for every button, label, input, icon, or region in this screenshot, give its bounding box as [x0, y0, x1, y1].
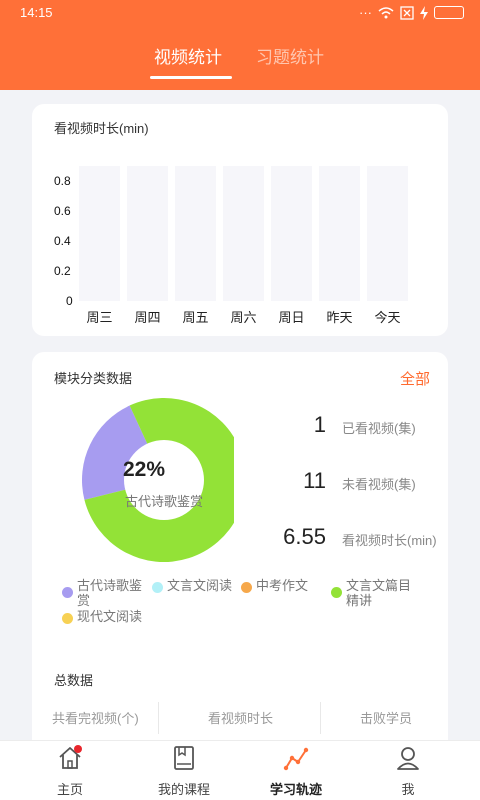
x-tick-label: 周六 [230, 310, 257, 325]
stat-duration: 6.55 看视频时长(min) [32, 524, 448, 554]
modules-card: 模块分类数据 全部 古代诗歌鉴赏 1 已看视频(集) 11 未看视频(集) 6.… [32, 352, 448, 752]
nav-label: 我 [401, 782, 415, 797]
legend-dot [331, 587, 342, 598]
donut-center-percent: 22% [122, 458, 166, 481]
watch-time-card: 看视频时长(min) 0.8 0.6 0.4 0.2 0 周三 周四 周五 周六… [32, 104, 448, 336]
battery-icon [434, 6, 464, 19]
app-header: 14:15 ··· 视频统计 习题统计 [0, 0, 480, 90]
status-time: 14:15 [20, 5, 53, 20]
x-tick-label: 周四 [134, 310, 161, 325]
x-tick-label: 周三 [86, 310, 113, 325]
book-icon [174, 746, 194, 770]
legend-dot [241, 582, 252, 593]
totals-header: 共看完视频(个) 看视频时长 击败学员 [32, 702, 448, 734]
legend-label: 现代文阅读 [77, 609, 143, 624]
chart-bar [175, 166, 216, 301]
x-tick-label: 今天 [374, 310, 401, 325]
legend-dot [62, 613, 73, 624]
legend-label: 中考作文 [256, 578, 309, 593]
legend-item[interactable]: 中考作文 [241, 578, 331, 596]
status-bar: 14:15 ··· [0, 0, 480, 28]
bottom-nav: 主页 我的课程 学习轨迹 我 [0, 740, 480, 800]
stat-unwatched: 11 未看视频(集) [32, 468, 448, 498]
totals-col-watched: 共看完视频(个) [52, 711, 139, 726]
x-tick-label: 周日 [278, 310, 305, 325]
legend-label: 文言文篇目 精讲 [346, 578, 412, 608]
chart-bar [367, 166, 408, 301]
status-icons: ··· [359, 5, 464, 20]
y-tick-label: 0.2 [54, 264, 71, 278]
x-tick-label: 周五 [182, 310, 209, 325]
home-icon [59, 745, 82, 769]
modules-title: 模块分类数据 [54, 371, 133, 386]
y-tick-label: 0.6 [54, 204, 71, 218]
legend-label: 文言文阅读 [167, 578, 233, 593]
charging-icon [420, 5, 428, 20]
totals-divider [320, 702, 321, 734]
legend-label: 古代诗歌鉴赏 [77, 578, 143, 608]
trend-icon [283, 747, 309, 771]
nav-label: 主页 [56, 782, 83, 797]
nav-label: 我的课程 [157, 782, 210, 797]
tab-exercise-stats[interactable]: 习题统计 [256, 43, 324, 68]
wifi-icon [378, 6, 394, 18]
nav-me[interactable]: 我 [348, 741, 468, 800]
stats-tabs: 视频统计 习题统计 [0, 40, 480, 80]
stat-label: 已看视频(集) [342, 421, 416, 436]
stat-label: 看视频时长(min) [342, 533, 437, 548]
y-tick-label: 0.4 [54, 234, 71, 248]
more-dots-icon: ··· [359, 5, 372, 20]
user-icon [397, 747, 419, 770]
notification-badge [74, 745, 82, 753]
stat-value: 11 [303, 468, 326, 493]
y-tick-label: 0.8 [54, 174, 71, 188]
chart-bar [127, 166, 168, 301]
legend-item[interactable]: 古代诗歌鉴赏 [62, 578, 162, 612]
legend-item[interactable]: 现代文阅读 [62, 609, 162, 627]
stat-label: 未看视频(集) [342, 477, 416, 492]
legend-dot [62, 587, 73, 598]
chart-bar [79, 166, 120, 301]
legend-dot [152, 582, 163, 593]
stat-value: 6.55 [283, 524, 326, 549]
totals-col-duration: 看视频时长 [208, 711, 274, 726]
x-tick-label: 昨天 [326, 310, 353, 325]
chart-bar [319, 166, 360, 301]
view-all-link[interactable]: 全部 [400, 368, 430, 389]
nav-label: 学习轨迹 [269, 782, 322, 797]
tab-active-indicator [150, 76, 232, 79]
stat-value: 1 [313, 412, 326, 437]
chart-bar [271, 166, 312, 301]
chart-bar [223, 166, 264, 301]
nav-home[interactable]: 主页 [10, 741, 130, 800]
legend-item[interactable]: 文言文篇目 精讲 [331, 578, 431, 612]
totals-col-beat: 击败学员 [360, 711, 413, 726]
watch-time-title: 看视频时长(min) [54, 121, 149, 136]
sim-off-icon [400, 5, 414, 20]
totals-divider [158, 702, 159, 734]
legend-item[interactable]: 文言文阅读 [152, 578, 252, 596]
nav-learning-track[interactable]: 学习轨迹 [236, 741, 356, 800]
stat-watched: 1 已看视频(集) [32, 412, 448, 442]
totals-title: 总数据 [54, 673, 94, 688]
tab-video-stats[interactable]: 视频统计 [154, 43, 222, 68]
nav-my-courses[interactable]: 我的课程 [124, 741, 244, 800]
